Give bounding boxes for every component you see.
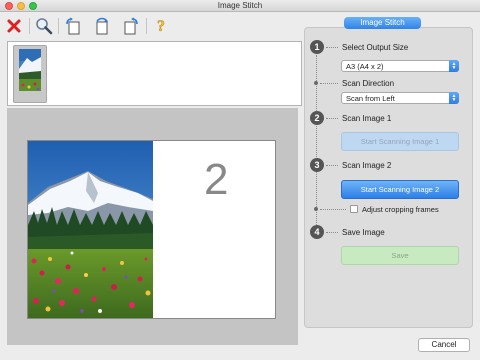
toolbar-separator xyxy=(58,18,59,34)
panel-tab-image-stitch: Image Stitch xyxy=(344,17,421,29)
step-4-badge: 4 xyxy=(310,225,324,239)
close-red-x-icon[interactable] xyxy=(4,16,24,36)
chevron-updown-icon: ▲ ▼ xyxy=(449,60,459,72)
toolbar-separator xyxy=(146,18,147,34)
output-page: 2 xyxy=(27,140,276,319)
step-3-leader xyxy=(326,165,338,166)
substep-dot xyxy=(314,81,318,85)
preview-area: 2 xyxy=(7,108,298,345)
step-2-badge: 2 xyxy=(310,111,324,125)
magnifier-icon[interactable] xyxy=(34,16,54,36)
step-3-badge: 3 xyxy=(310,158,324,172)
thumbnail-image xyxy=(19,49,41,91)
step-4-label: Save Image xyxy=(342,228,385,237)
thumbnail-strip xyxy=(7,41,302,106)
scan-direction-select[interactable]: Scan from Left ▲ ▼ xyxy=(341,92,459,104)
page-number-placeholder: 2 xyxy=(204,155,229,204)
substep-dot xyxy=(314,207,318,211)
help-icon[interactable]: ? xyxy=(151,16,171,36)
start-scanning-image-1-button[interactable]: Start Scanning Image 1 xyxy=(341,132,459,151)
adjust-cropping-leader xyxy=(320,209,346,210)
window-title: Image Stitch xyxy=(217,1,263,10)
output-size-select[interactable]: A3 (A4 x 2) ▲ ▼ xyxy=(341,60,459,72)
step-1-badge: 1 xyxy=(310,40,324,54)
start-scanning-image-2-button[interactable]: Start Scanning Image 2 xyxy=(341,180,459,199)
step-1-leader xyxy=(326,47,338,48)
scan-direction-label: Scan Direction xyxy=(342,79,395,88)
step-2-leader xyxy=(326,118,338,119)
toolbar-separator xyxy=(29,18,30,34)
chevron-updown-icon: ▲ ▼ xyxy=(449,92,459,104)
svg-text:?: ? xyxy=(157,18,165,35)
scan-direction-leader xyxy=(320,83,338,84)
output-size-value: A3 (A4 x 2) xyxy=(346,62,384,71)
title-bar: Image Stitch xyxy=(0,0,480,12)
step-3-label: Scan Image 2 xyxy=(342,161,392,170)
adjust-cropping-label: Adjust cropping frames xyxy=(362,205,439,214)
rotate-left-icon[interactable] xyxy=(63,16,83,36)
scanned-image-thumbnail[interactable] xyxy=(13,45,47,103)
scan-direction-value: Scan from Left xyxy=(346,94,395,103)
adjust-cropping-checkbox[interactable] xyxy=(350,205,358,213)
step-4-leader xyxy=(326,232,338,233)
image-stitch-panel xyxy=(304,27,473,328)
rotate-180-icon[interactable] xyxy=(92,16,112,36)
scanned-image-1-preview xyxy=(28,141,153,318)
step-1-label: Select Output Size xyxy=(342,43,409,52)
step-2-label: Scan Image 1 xyxy=(342,114,392,123)
cancel-button[interactable]: Cancel xyxy=(418,338,470,352)
rotate-right-icon[interactable] xyxy=(121,16,141,36)
save-button[interactable]: Save xyxy=(341,246,459,265)
